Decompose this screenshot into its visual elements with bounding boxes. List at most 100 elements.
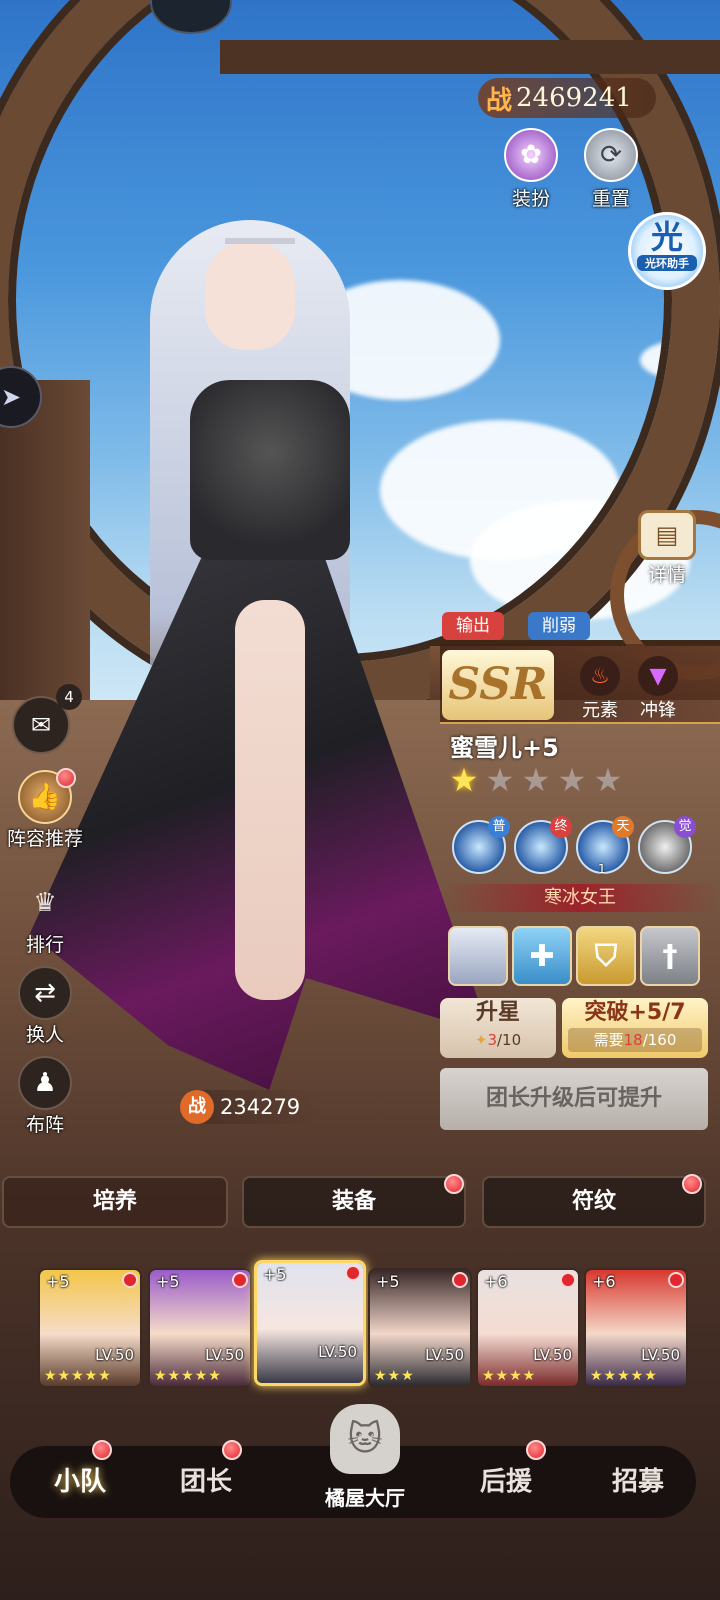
mail-count-badge: 4 xyxy=(56,684,82,710)
star-icon: ★ xyxy=(593,761,623,799)
mail-icon: ✉ xyxy=(30,711,52,739)
swap-button[interactable]: ⇄ 换人 xyxy=(0,966,90,1047)
team-power-display: 战 2469241 xyxy=(478,78,656,118)
star-icon: ★ xyxy=(485,761,515,799)
sword-slot[interactable]: † xyxy=(640,926,700,986)
character-dress xyxy=(190,380,350,560)
nav-recruit[interactable]: 招募 xyxy=(578,1446,698,1518)
star-rating: ★ ★ ★ ★ ★ xyxy=(446,762,626,798)
role-tag-debuff: 削弱 xyxy=(528,612,590,640)
skill-ultimate[interactable]: 终 xyxy=(514,816,572,874)
tab-equipment[interactable]: 装备 xyxy=(242,1176,466,1228)
ranking-label: 排行 xyxy=(25,934,64,956)
halo-label: 光环助手 xyxy=(637,255,697,271)
ceiling-beam xyxy=(220,40,720,74)
nav-hall[interactable]: 🐱 橘屋大厅 xyxy=(310,1404,420,1524)
halo-assistant-button[interactable]: 光 光环助手 xyxy=(628,212,706,290)
element-label: 元素 xyxy=(582,700,618,721)
roster-hero-card[interactable]: +5 LV.50 ★★★ xyxy=(368,1268,472,1388)
star-up-progress: ✦3/10 xyxy=(474,1031,522,1049)
skill-normal[interactable]: 普 xyxy=(452,816,510,874)
tab-rune[interactable]: 符纹 xyxy=(482,1176,706,1228)
skill-title: 寒冰女王 xyxy=(440,884,720,912)
notification-dot xyxy=(444,1174,464,1194)
roster-hero-card[interactable]: +6 LV.50 ★★★★★ xyxy=(584,1268,688,1388)
lineup-recommend-label: 阵容推荐 xyxy=(6,828,83,850)
hero-roster: +5 LV.50 ★★★★★ +5 LV.50 ★★★★★ +5 LV.50 +… xyxy=(0,1252,720,1402)
notification-dot xyxy=(345,1265,361,1281)
hero-name: 蜜雪儿+5 xyxy=(450,734,559,762)
charge-attribute[interactable]: ▼ 冲锋 xyxy=(630,656,686,722)
dress-up-label: 装扮 xyxy=(511,188,550,210)
nav-leader[interactable]: 团长 xyxy=(146,1446,266,1518)
plus-icon: ✚ xyxy=(529,938,555,974)
roster-hero-card-selected[interactable]: +5 LV.50 xyxy=(254,1260,366,1386)
hero-portrait-slot[interactable] xyxy=(448,926,508,986)
skill-badge: 觉 xyxy=(674,816,696,838)
cat-icon: 🐱 xyxy=(330,1404,400,1474)
notification-dot xyxy=(452,1272,468,1288)
shield-icon: ⛉ xyxy=(594,938,618,974)
trophy-icon: ♛ xyxy=(33,888,57,918)
hero-power-display: 战 234279 xyxy=(180,1090,319,1124)
notification-dot xyxy=(222,1440,242,1460)
nav-hall-label: 橘屋大厅 xyxy=(325,1486,405,1510)
star-icon: ★ xyxy=(449,761,479,799)
notification-dot xyxy=(56,768,76,788)
sword-icon: † xyxy=(662,938,678,974)
notification-dot xyxy=(92,1440,112,1460)
charge-label: 冲锋 xyxy=(640,700,676,721)
breakthrough-progress: 需要18/160 xyxy=(568,1028,702,1052)
reset-icon: ⟳ xyxy=(584,128,638,182)
roster-hero-card[interactable]: +5 LV.50 ★★★★★ xyxy=(148,1268,252,1388)
character-legs xyxy=(235,600,305,1000)
tab-train[interactable]: 培养 xyxy=(2,1176,228,1228)
swap-icon: ⇄ xyxy=(18,966,72,1020)
element-attribute[interactable]: ♨ 元素 xyxy=(572,656,628,722)
skill-level: 1 xyxy=(598,862,606,876)
locked-upgrade-button[interactable]: 团长升级后可提升 xyxy=(440,1068,708,1130)
skill-awaken[interactable]: 觉 xyxy=(638,816,696,874)
character-head xyxy=(205,240,295,350)
lineup-recommend-button[interactable]: 👍 阵容推荐 xyxy=(0,770,90,851)
nav-support[interactable]: 后援 xyxy=(446,1446,566,1518)
hero-power-value: 234279 xyxy=(220,1095,301,1119)
skill-talent[interactable]: 天 1 xyxy=(576,816,634,876)
detail-label: 详情 xyxy=(647,564,686,586)
notification-dot xyxy=(668,1272,684,1288)
heal-slot[interactable]: ✚ xyxy=(512,926,572,986)
nav-squad[interactable]: 小队 xyxy=(20,1446,140,1518)
skill-badge: 天 xyxy=(612,816,634,838)
notification-dot xyxy=(560,1272,576,1288)
reset-label: 重置 xyxy=(591,188,630,210)
detail-button[interactable]: ▤ 详情 xyxy=(632,510,702,587)
puzzle-icon: ✦ xyxy=(474,1031,488,1049)
roster-hero-card[interactable]: +5 LV.50 ★★★★★ xyxy=(38,1268,142,1388)
shield-slot[interactable]: ⛉ xyxy=(576,926,636,986)
star-icon: ★ xyxy=(557,761,587,799)
power-value: 2469241 xyxy=(516,83,632,113)
formation-button[interactable]: ♟ 布阵 xyxy=(0,1056,90,1137)
formation-icon: ♟ xyxy=(18,1056,72,1110)
reset-button[interactable]: ⟳ 重置 xyxy=(576,128,646,211)
breakthrough-button[interactable]: 突破+5/7 需要18/160 xyxy=(562,998,708,1058)
notification-dot xyxy=(526,1440,546,1460)
hero-character-art[interactable] xyxy=(30,200,490,1090)
notification-dot xyxy=(682,1174,702,1194)
halo-glyph: 光 xyxy=(650,218,683,256)
power-label: 战 xyxy=(486,85,513,116)
ranking-button[interactable]: ♛ 排行 xyxy=(0,876,90,957)
notification-dot xyxy=(122,1272,138,1288)
flame-icon: ♨ xyxy=(580,656,620,696)
star-up-button[interactable]: 升星 ✦3/10 xyxy=(440,998,556,1058)
book-icon: ▤ xyxy=(638,510,696,560)
dress-up-button[interactable]: ✿ 装扮 xyxy=(496,128,566,211)
swap-label: 换人 xyxy=(25,1024,64,1046)
rarity-badge: SSR xyxy=(442,650,554,720)
roster-hero-card[interactable]: +6 LV.50 ★★★★ xyxy=(476,1268,580,1388)
breakthrough-title: 突破+5/7 xyxy=(584,1000,686,1025)
charge-icon: ▼ xyxy=(638,656,678,696)
notification-dot xyxy=(232,1272,248,1288)
skill-badge: 终 xyxy=(550,816,572,838)
hero-power-label: 战 xyxy=(180,1090,214,1124)
